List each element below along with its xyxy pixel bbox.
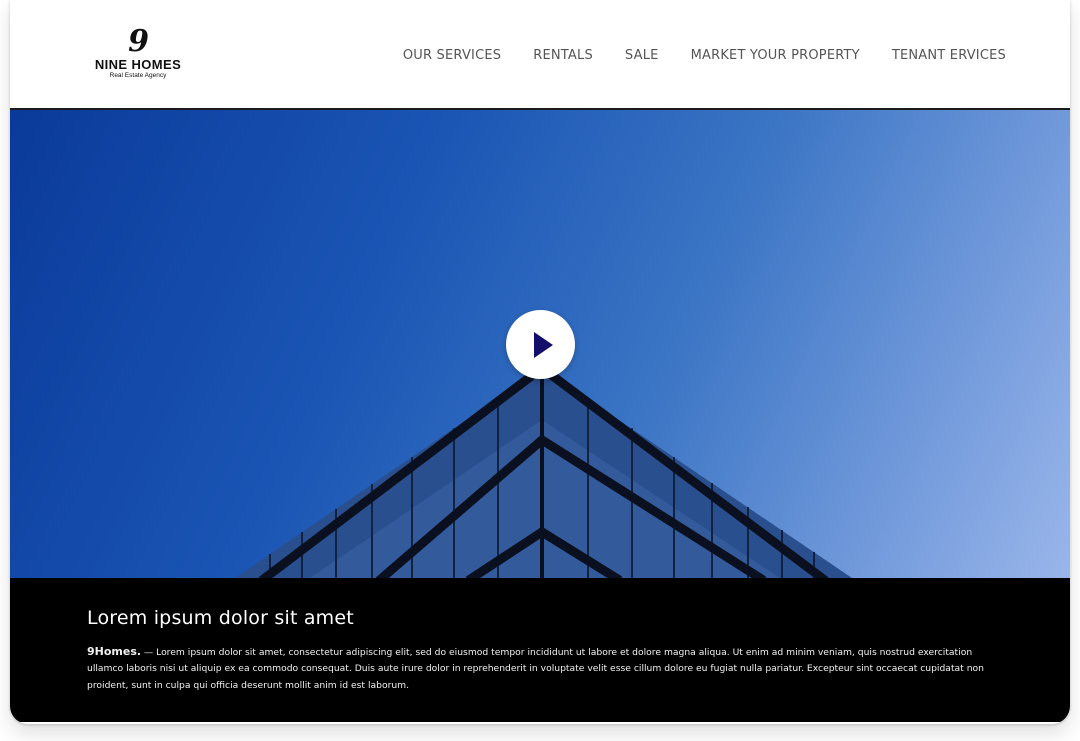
play-icon bbox=[534, 332, 553, 358]
caption-title: Lorem ipsum dolor sit amet bbox=[87, 607, 354, 629]
nav-tenant-services[interactable]: TENANT ERVICES bbox=[892, 48, 1006, 63]
logo-mark: 9 bbox=[128, 24, 149, 59]
nav-rentals[interactable]: RENTALS bbox=[533, 48, 593, 63]
logo-tagline: Real Estate Agency bbox=[109, 72, 167, 79]
site-header: 9 NINE HOMES Real Estate Agency OUR SERV… bbox=[10, 0, 1070, 110]
logo-brand: NINE HOMES bbox=[94, 57, 182, 72]
hero-video bbox=[10, 110, 1070, 578]
caption-body: — Lorem ipsum dolor sit amet, consectetu… bbox=[87, 647, 984, 691]
play-button[interactable] bbox=[506, 310, 575, 379]
caption-brand: 9Homes. bbox=[87, 645, 142, 658]
main-nav: OUR SERVICES RENTALS SALE MARKET YOUR PR… bbox=[371, 48, 1006, 63]
logo[interactable]: 9 NINE HOMES Real Estate Agency bbox=[88, 24, 188, 88]
video-caption: Lorem ipsum dolor sit amet 9Homes. — Lor… bbox=[10, 578, 1070, 722]
page-frame: 9 NINE HOMES Real Estate Agency OUR SERV… bbox=[10, 0, 1070, 724]
nav-market-your-property[interactable]: MARKET YOUR PROPERTY bbox=[691, 48, 860, 63]
caption-text: 9Homes. — Lorem ipsum dolor sit amet, co… bbox=[87, 644, 993, 694]
nav-sale[interactable]: SALE bbox=[625, 48, 659, 63]
nav-our-services[interactable]: OUR SERVICES bbox=[403, 48, 501, 63]
